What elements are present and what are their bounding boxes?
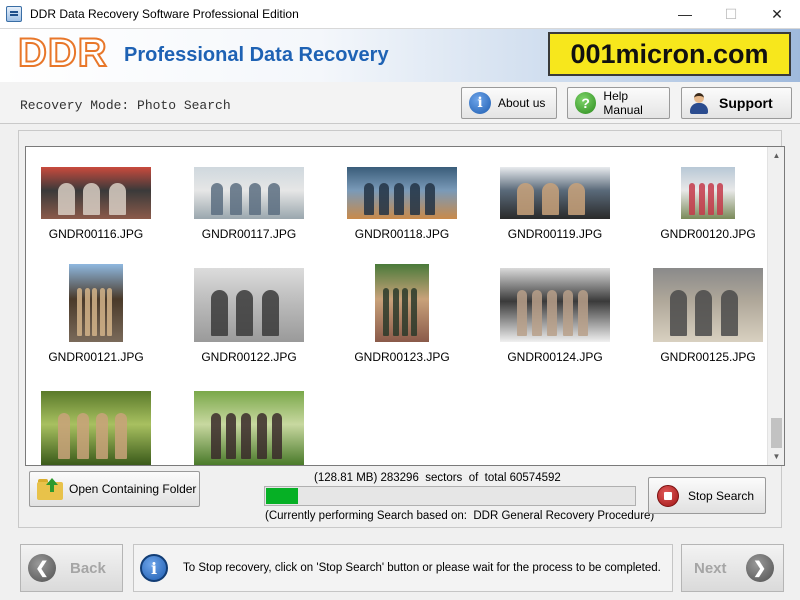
photo-thumbnail-image: [194, 167, 304, 219]
maximize-button[interactable]: ☐: [708, 0, 754, 28]
photo-filename: GNDR00125.JPG: [660, 350, 756, 364]
open-containing-folder-button[interactable]: Open Containing Folder: [29, 471, 200, 507]
ddr-logo: DDR: [17, 30, 108, 76]
photo-thumbnail-item[interactable]: GNDR00116.JPG: [36, 147, 156, 241]
photo-filename: GNDR00117.JPG: [201, 227, 297, 241]
photo-thumbnail-image: [41, 391, 151, 465]
back-arrow-icon: ❮: [28, 554, 56, 582]
recovery-mode-label: Recovery Mode: Photo Search: [20, 98, 231, 113]
close-button[interactable]: ✕: [754, 0, 800, 28]
photo-filename: GNDR00122.JPG: [201, 350, 297, 364]
photo-filename: GNDR00120.JPG: [660, 227, 756, 241]
photo-filename: GNDR00123.JPG: [354, 350, 450, 364]
back-button[interactable]: ❮ Back: [20, 544, 123, 592]
next-button[interactable]: Next ❯: [681, 544, 784, 592]
photo-thumbnail-image: [194, 391, 304, 465]
photo-thumbnail-image: [681, 167, 735, 219]
support-label: Support: [719, 95, 773, 111]
photo-thumbnail-item[interactable]: GNDR00126.JPG: [36, 387, 156, 465]
photo-thumbnail-item[interactable]: GNDR00122.JPG: [189, 264, 309, 364]
scrollbar-thumb[interactable]: [771, 418, 782, 448]
photo-thumbnail-image: [194, 268, 304, 342]
photo-filename: GNDR00116.JPG: [48, 227, 144, 241]
photo-thumbnail-item[interactable]: GNDR00121.JPG: [36, 264, 156, 364]
window-controls: — ☐ ✕: [662, 0, 800, 28]
sectors-status: (128.81 MB) 283296 sectors of total 6057…: [314, 472, 561, 484]
procedure-status: (Currently performing Search based on: D…: [265, 510, 655, 522]
photo-thumbnail-item[interactable]: GNDR00123.JPG: [342, 264, 462, 364]
instruction-text: To Stop recovery, click on 'Stop Search'…: [183, 562, 661, 574]
brand-badge: 001micron.com: [548, 32, 791, 76]
app-icon: [6, 6, 22, 22]
scroll-down-arrow-icon[interactable]: ▼: [768, 448, 784, 465]
info-icon: i: [140, 554, 168, 582]
support-user-icon: [689, 92, 709, 114]
search-progress-bar: [264, 486, 636, 506]
photo-thumbnail-item[interactable]: GNDR00119.JPG: [495, 147, 615, 241]
stop-search-button[interactable]: Stop Search: [648, 477, 766, 514]
photo-thumbnail-image: [69, 264, 123, 342]
photo-thumbnail-image: [375, 264, 429, 342]
photo-thumbnail-image: [41, 167, 151, 219]
mode-bar: Recovery Mode: Photo Search i About us ?…: [0, 82, 800, 124]
support-button[interactable]: Support: [681, 87, 792, 119]
gallery-scrollbar[interactable]: ▲ ▼: [767, 147, 784, 465]
progress-fill: [266, 488, 298, 504]
back-label: Back: [70, 559, 106, 577]
header-banner: DDR Professional Data Recovery 001micron…: [0, 28, 800, 82]
photo-thumbnail-item[interactable]: GNDR00120.JPG: [648, 147, 768, 241]
photo-filename: GNDR00118.JPG: [354, 227, 450, 241]
photo-thumbnail-item[interactable]: GNDR00118.JPG: [342, 147, 462, 241]
photo-thumbnail-image: [347, 167, 457, 219]
photo-filename: GNDR00119.JPG: [507, 227, 603, 241]
open-folder-icon: [37, 478, 63, 500]
scroll-up-arrow-icon[interactable]: ▲: [768, 147, 784, 164]
photo-thumbnail-item[interactable]: GNDR00124.JPG: [495, 264, 615, 364]
photo-thumbnail-item[interactable]: GNDR00125.JPG: [648, 264, 768, 364]
stop-search-label: Stop Search: [688, 488, 755, 503]
photo-thumbnail-image: [500, 268, 610, 342]
instruction-message: i To Stop recovery, click on 'Stop Searc…: [133, 544, 673, 592]
open-folder-label: Open Containing Folder: [69, 482, 197, 496]
stop-icon: [657, 484, 679, 507]
help-icon: ?: [575, 92, 597, 114]
photo-thumbnail-image: [500, 167, 610, 219]
minimize-button[interactable]: —: [662, 0, 708, 28]
photo-filename: GNDR00124.JPG: [507, 350, 603, 364]
about-us-label: About us: [498, 96, 546, 110]
info-icon: i: [469, 92, 491, 114]
title-bar: DDR Data Recovery Software Professional …: [0, 0, 800, 28]
next-arrow-icon: ❯: [745, 554, 774, 582]
window-title: DDR Data Recovery Software Professional …: [30, 7, 299, 21]
photo-thumbnail-item[interactable]: GNDR00117.JPG: [189, 147, 309, 241]
about-us-button[interactable]: i About us: [461, 87, 557, 119]
photo-filename: GNDR00121.JPG: [48, 350, 144, 364]
help-manual-button[interactable]: ? Help Manual: [567, 87, 670, 119]
photo-thumbnail-image: [653, 268, 763, 342]
banner-subtitle: Professional Data Recovery: [124, 44, 389, 66]
help-manual-label: Help Manual: [603, 89, 643, 117]
next-label: Next: [694, 559, 727, 577]
photo-gallery[interactable]: GNDR00127.JPG GNDR00126.JPG GNDR00125.JPG G…: [25, 146, 785, 466]
photo-thumbnail-item[interactable]: GNDR00127.JPG: [189, 387, 309, 465]
